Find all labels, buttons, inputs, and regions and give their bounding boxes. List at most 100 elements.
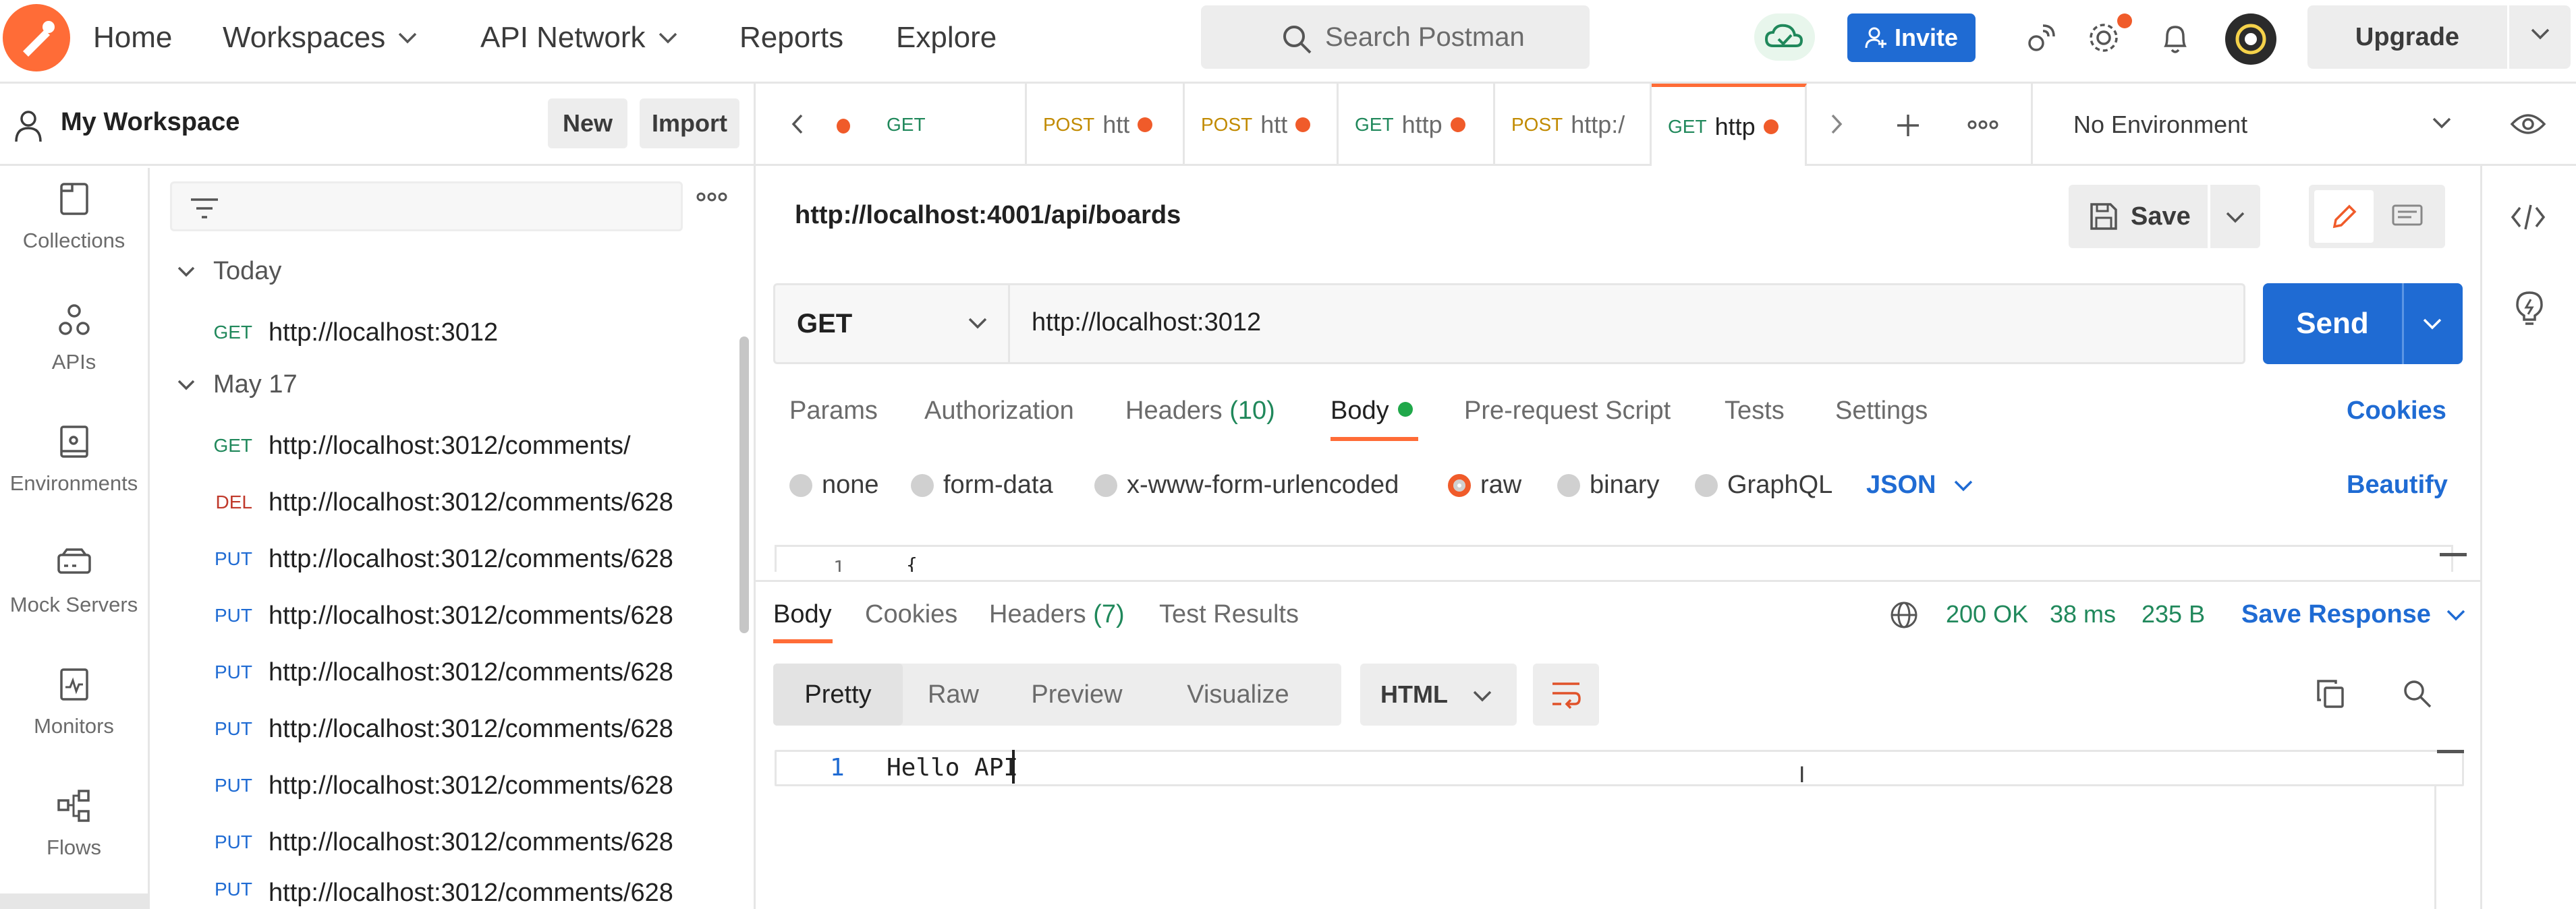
method-select[interactable]: GET (775, 285, 1010, 362)
response-language-select[interactable]: HTML (1360, 664, 1517, 726)
chevron-right-icon[interactable] (1830, 113, 1843, 135)
response-body-editor[interactable] (775, 750, 2464, 786)
more-tabs-icon[interactable] (1967, 120, 1998, 129)
history-item[interactable]: PUT http://localhost:3012/comments/628 (150, 871, 730, 909)
nav-api-network[interactable]: API Network (480, 19, 678, 57)
response-time[interactable]: 38 ms (2050, 600, 2116, 628)
wrap-lines-button[interactable] (1533, 664, 1599, 726)
eye-icon[interactable] (2510, 111, 2546, 138)
bell-icon[interactable] (2159, 20, 2191, 55)
response-status[interactable]: 200 OK (1946, 600, 2028, 628)
send-button[interactable]: Send (2263, 283, 2463, 364)
rail-item-flows[interactable]: Flows (0, 775, 148, 896)
avatar[interactable] (2225, 13, 2276, 65)
tab-tests[interactable]: Tests (1725, 397, 1785, 426)
tab-label: htt (1102, 111, 1130, 138)
nav-explore[interactable]: Explore (896, 19, 997, 57)
body-type-form-data[interactable]: form-data (911, 471, 1053, 500)
satellite-icon[interactable] (2025, 20, 2059, 54)
body-format-select[interactable]: JSON (1866, 471, 1973, 500)
save-options-button[interactable] (2210, 185, 2260, 248)
request-tab[interactable]: POST htt (1185, 84, 1339, 166)
view-pretty[interactable]: Pretty (773, 664, 903, 726)
rail-item-monitors[interactable]: Monitors (0, 653, 148, 775)
request-tab[interactable]: POST http:/ (1495, 84, 1652, 166)
rail-item-apis[interactable]: APIs (0, 289, 148, 411)
history-item[interactable]: PUT http://localhost:3012/comments/628 (150, 814, 730, 871)
save-response-button[interactable]: Save Response (2241, 600, 2466, 629)
history-item[interactable]: GET http://localhost:3012 (150, 304, 730, 361)
tab-body[interactable]: Body (1331, 397, 1389, 426)
search-bar[interactable]: Search Postman (1201, 5, 1590, 69)
environment-selector[interactable]: No Environment (2031, 84, 2544, 166)
tab-params[interactable]: Params (789, 397, 878, 426)
nav-workspaces[interactable]: Workspaces (223, 19, 418, 57)
panel-divider[interactable] (756, 580, 2480, 582)
response-tab-cookies[interactable]: Cookies (865, 600, 957, 629)
history-scrollbar[interactable] (739, 336, 749, 633)
response-tab-test-results[interactable]: Test Results (1159, 600, 1299, 629)
comment-icon[interactable] (2391, 204, 2424, 231)
request-tab[interactable]: GET (870, 84, 1027, 166)
request-tab[interactable]: POST htt (1027, 84, 1185, 166)
tab-authorization[interactable]: Authorization (924, 397, 1074, 426)
filter-input[interactable] (170, 181, 683, 231)
history-item[interactable]: GET http://localhost:3012/comments/ (150, 417, 730, 474)
postman-logo[interactable] (3, 4, 70, 71)
wrap-lines-icon (1552, 682, 1581, 709)
nav-reports[interactable]: Reports (739, 19, 843, 57)
import-button[interactable]: Import (640, 98, 739, 148)
chevron-down-icon[interactable] (2530, 27, 2550, 40)
chevron-left-icon[interactable] (791, 113, 804, 135)
rail-item-collections[interactable]: Collections (0, 168, 148, 289)
url-input[interactable]: http://localhost:3012 (1032, 308, 1261, 337)
plus-icon[interactable] (1895, 112, 1922, 139)
body-type-urlencoded[interactable]: x-www-form-urlencoded (1094, 471, 1399, 500)
body-type-raw[interactable]: raw (1448, 471, 1521, 500)
search-icon[interactable] (2402, 678, 2433, 709)
history-item[interactable]: PUT http://localhost:3012/comments/628 (150, 531, 730, 587)
settings-gear-icon[interactable] (2086, 20, 2121, 55)
new-button[interactable]: New (548, 98, 627, 148)
copy-icon[interactable] (2316, 678, 2345, 709)
history-group-may-17[interactable]: May 17 (177, 370, 298, 399)
tab-headers[interactable]: Headers (10) (1125, 397, 1275, 426)
body-type-graphql[interactable]: GraphQL (1695, 471, 1832, 500)
body-type-none[interactable]: none (789, 471, 879, 500)
upgrade-button[interactable]: Upgrade (2307, 5, 2571, 69)
response-size[interactable]: 235 B (2141, 600, 2205, 628)
history-item[interactable]: PUT http://localhost:3012/comments/628 (150, 701, 730, 757)
tab-settings[interactable]: Settings (1835, 397, 1928, 426)
request-tab-active[interactable]: GET http (1652, 84, 1807, 166)
rail-item-environments[interactable]: Environments (0, 411, 148, 532)
view-preview[interactable]: Preview (1004, 664, 1150, 726)
code-snippet-icon[interactable] (2511, 202, 2546, 232)
rail-item-mock-servers[interactable]: Mock Servers (0, 532, 148, 653)
response-tab-headers[interactable]: Headers (7) (989, 600, 1125, 629)
mock-servers-icon (57, 548, 91, 574)
view-raw[interactable]: Raw (903, 664, 1004, 726)
view-visualize[interactable]: Visualize (1150, 664, 1326, 726)
history-item[interactable]: PUT http://localhost:3012/comments/628 (150, 644, 730, 701)
tab-pre-request-script[interactable]: Pre-request Script (1464, 397, 1671, 426)
body-type-binary[interactable]: binary (1557, 471, 1660, 500)
response-scrollbar[interactable] (2434, 786, 2436, 909)
globe-icon[interactable] (1889, 600, 1919, 630)
save-button[interactable]: Save (2069, 185, 2208, 248)
request-tab[interactable]: GET http (1339, 84, 1495, 166)
more-options-icon[interactable] (696, 192, 727, 202)
history-item[interactable]: PUT http://localhost:3012/comments/628 (150, 757, 730, 814)
edit-mode-button[interactable] (2314, 190, 2374, 243)
response-tab-body[interactable]: Body (773, 600, 832, 629)
history-group-today[interactable]: Today (177, 257, 281, 286)
history-item[interactable]: DEL http://localhost:3012/comments/628 (150, 474, 730, 531)
beautify-link[interactable]: Beautify (2347, 471, 2448, 500)
history-item[interactable]: PUT http://localhost:3012/comments/628 (150, 587, 730, 644)
lightbulb-icon[interactable] (2515, 290, 2544, 326)
cookies-link[interactable]: Cookies (2347, 397, 2446, 426)
nav-home[interactable]: Home (93, 19, 172, 57)
sync-status[interactable] (1754, 13, 1815, 61)
invite-button[interactable]: Invite (1847, 13, 1976, 62)
request-body-editor[interactable]: 1 { (775, 545, 2453, 572)
chevron-down-icon[interactable] (2422, 317, 2442, 330)
